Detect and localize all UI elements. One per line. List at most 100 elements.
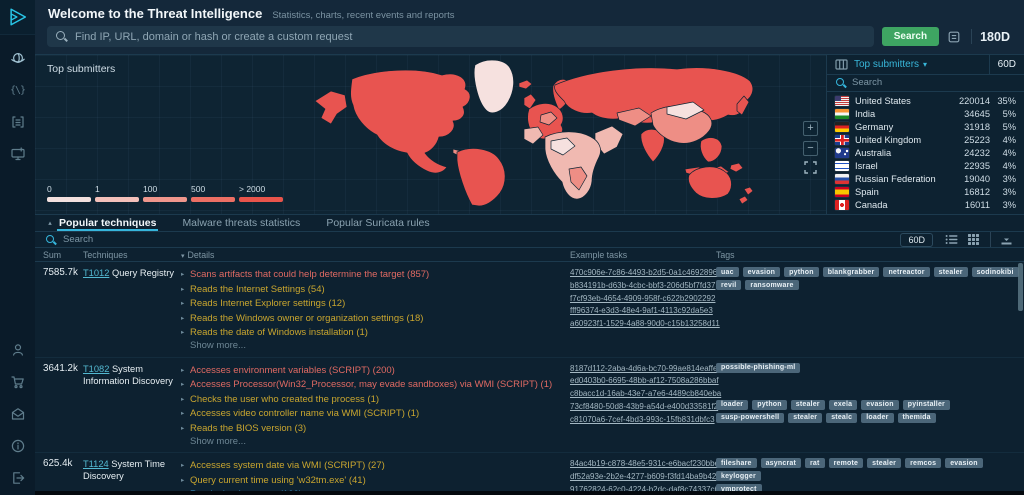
tag[interactable]: revil bbox=[716, 280, 741, 290]
tag[interactable]: evasion bbox=[743, 267, 780, 277]
tab-popular-techniques[interactable]: Popular techniques bbox=[57, 215, 158, 231]
tag[interactable]: uac bbox=[716, 267, 739, 277]
col-sum[interactable]: Sum bbox=[43, 250, 83, 260]
main-search-input[interactable] bbox=[75, 31, 866, 43]
tab-popular-suricata-rules[interactable]: Popular Suricata rules bbox=[324, 215, 431, 231]
tab-malware-threats-statistics[interactable]: Malware threats statistics bbox=[180, 215, 302, 231]
code-braces-icon[interactable]: {\} bbox=[9, 81, 27, 99]
tag[interactable]: stealer bbox=[788, 413, 822, 423]
detail-link[interactable]: Reads the date of Windows installation (… bbox=[190, 327, 368, 338]
example-task-link[interactable]: f7cf93eb-4654-4909-958f-c622b2902292 bbox=[570, 293, 716, 306]
example-task-link[interactable]: fff96374-e3d3-48e4-9af1-4113c92da5e3 bbox=[570, 305, 716, 318]
tag[interactable]: remote bbox=[829, 458, 864, 468]
tag[interactable]: susp-powershell bbox=[716, 413, 784, 423]
tag[interactable]: stealc bbox=[826, 413, 857, 423]
tag[interactable]: sodinokibi bbox=[972, 267, 1019, 277]
tag[interactable]: themida bbox=[898, 413, 936, 423]
table-scrollbar[interactable] bbox=[1018, 263, 1023, 311]
detail-link[interactable]: Accesses environment variables (SCRIPT) … bbox=[190, 365, 395, 376]
show-more-link[interactable]: Show more... bbox=[190, 436, 570, 449]
country-row[interactable]: India346455% bbox=[827, 108, 1024, 121]
logout-icon[interactable] bbox=[9, 469, 27, 487]
app-logo[interactable] bbox=[0, 0, 35, 35]
map-fullscreen-button[interactable] bbox=[804, 161, 817, 174]
tag[interactable]: stealer bbox=[867, 458, 901, 468]
tag[interactable]: python bbox=[784, 267, 819, 277]
tag[interactable]: netreactor bbox=[883, 267, 929, 277]
tag[interactable]: fileshare bbox=[716, 458, 757, 468]
tag[interactable]: exela bbox=[829, 400, 858, 410]
country-row[interactable]: Canada160113% bbox=[827, 198, 1024, 211]
tag[interactable]: keylogger bbox=[716, 471, 761, 481]
example-task-link[interactable]: 73cf8480-50d8-43b9-a54d-e400d33581f2 bbox=[570, 401, 716, 414]
tag[interactable]: loader bbox=[861, 413, 893, 423]
col-techniques[interactable]: Techniques bbox=[83, 250, 181, 260]
example-task-link[interactable]: c81070a6-7cef-4bd3-993c-15fb831dbfc3 bbox=[570, 414, 716, 427]
map-zoom-in-button[interactable]: + bbox=[803, 121, 818, 136]
panel-title-dropdown[interactable]: Top submitters bbox=[854, 59, 919, 70]
col-tags[interactable]: Tags bbox=[716, 250, 1024, 260]
example-task-link[interactable]: 84ac4b19-c878-48e5-931c-e6bacf230bbe bbox=[570, 458, 716, 471]
example-task-link[interactable]: df52a93e-2b2e-4277-b609-f3fd14ba9b42 bbox=[570, 471, 716, 484]
detail-link[interactable]: Reads Internet Explorer settings (12) bbox=[190, 298, 345, 309]
country-row[interactable]: Russian Federation190403% bbox=[827, 172, 1024, 185]
country-row[interactable]: United Kingdom252234% bbox=[827, 134, 1024, 147]
world-heatmap[interactable] bbox=[307, 57, 765, 209]
country-row[interactable]: Israel229354% bbox=[827, 159, 1024, 172]
detail-link[interactable]: Query current time using 'w32tm.exe' (41… bbox=[190, 475, 366, 486]
threat-intel-icon[interactable] bbox=[9, 49, 27, 67]
global-period[interactable]: 180D bbox=[980, 30, 1012, 44]
tag[interactable]: remcos bbox=[905, 458, 941, 468]
country-row[interactable]: United States22001435% bbox=[827, 95, 1024, 108]
example-task-link[interactable]: b834191b-d63b-4cbc-bbf3-206d5bf7fd37 bbox=[570, 280, 716, 293]
cart-icon[interactable] bbox=[9, 373, 27, 391]
technique-link[interactable]: T1082 bbox=[83, 364, 109, 374]
detail-link[interactable]: Reads the BIOS version (3) bbox=[190, 423, 306, 434]
panel-search-input[interactable] bbox=[852, 77, 1016, 88]
country-row[interactable]: Spain168123% bbox=[827, 185, 1024, 198]
tag[interactable]: python bbox=[752, 400, 787, 410]
tag[interactable]: blankgrabber bbox=[823, 267, 880, 277]
chevron-down-icon[interactable]: ▾ bbox=[923, 60, 927, 69]
detail-link[interactable]: Checks the user who created the process … bbox=[190, 394, 379, 405]
tag[interactable]: rat bbox=[805, 458, 825, 468]
yara-rules-icon[interactable] bbox=[9, 113, 27, 131]
panel-period[interactable]: 60D bbox=[989, 55, 1016, 74]
example-task-link[interactable]: a60923f1-1529-4a88-90d0-c15b13258d11 bbox=[570, 318, 716, 331]
country-row[interactable]: Australia242324% bbox=[827, 147, 1024, 160]
show-more-link[interactable]: Show more... bbox=[190, 340, 570, 353]
detail-link[interactable]: Accesses Processor(Win32_Processor, may … bbox=[190, 379, 552, 390]
example-task-link[interactable]: 8187d112-2aba-4d6a-bc70-99ae814eaffe bbox=[570, 363, 716, 376]
info-icon[interactable] bbox=[9, 437, 27, 455]
table-period-button[interactable]: 60D bbox=[900, 233, 933, 247]
tag[interactable]: loader bbox=[716, 400, 748, 410]
tag[interactable]: possible-phishing-ml bbox=[716, 363, 800, 373]
example-task-link[interactable]: ed0403b0-6695-48bb-af12-7508a286bbaf bbox=[570, 375, 716, 388]
example-task-link[interactable]: c8bacc1d-16ab-43e7-a7e6-4489cb840eba bbox=[570, 388, 716, 401]
grid-view-icon[interactable] bbox=[967, 233, 981, 247]
tag[interactable]: evasion bbox=[945, 458, 982, 468]
detail-link[interactable]: Accesses video controller name via WMI (… bbox=[190, 408, 419, 419]
col-example-tasks[interactable]: Example tasks bbox=[570, 250, 716, 260]
detail-link[interactable]: Scans artifacts that could help determin… bbox=[190, 269, 429, 280]
export-download-icon[interactable] bbox=[1000, 233, 1014, 247]
tag[interactable]: pyinstaller bbox=[903, 400, 950, 410]
tag[interactable]: asyncrat bbox=[761, 458, 801, 468]
request-presets-icon[interactable] bbox=[947, 29, 963, 45]
detail-link[interactable]: Accesses system date via WMI (SCRIPT) (2… bbox=[190, 460, 385, 471]
tag[interactable]: ransomware bbox=[745, 280, 798, 290]
country-row[interactable]: Germany319185% bbox=[827, 121, 1024, 134]
detail-link[interactable]: Reads the Internet Settings (54) bbox=[190, 284, 325, 295]
search-button[interactable]: Search bbox=[882, 27, 939, 46]
tag[interactable]: evasion bbox=[861, 400, 898, 410]
panel-search[interactable] bbox=[827, 75, 1024, 92]
tag[interactable]: stealer bbox=[791, 400, 825, 410]
table-search-input[interactable] bbox=[63, 234, 900, 245]
technique-link[interactable]: T1124 bbox=[83, 459, 109, 469]
detail-link[interactable]: Reads the Windows owner or organization … bbox=[190, 313, 423, 324]
col-details[interactable]: ▾Details bbox=[181, 250, 570, 260]
list-view-icon[interactable] bbox=[945, 233, 959, 247]
collapse-section-icon[interactable]: ▴ bbox=[43, 219, 57, 227]
map-zoom-out-button[interactable]: − bbox=[803, 141, 818, 156]
main-search[interactable] bbox=[47, 26, 874, 47]
